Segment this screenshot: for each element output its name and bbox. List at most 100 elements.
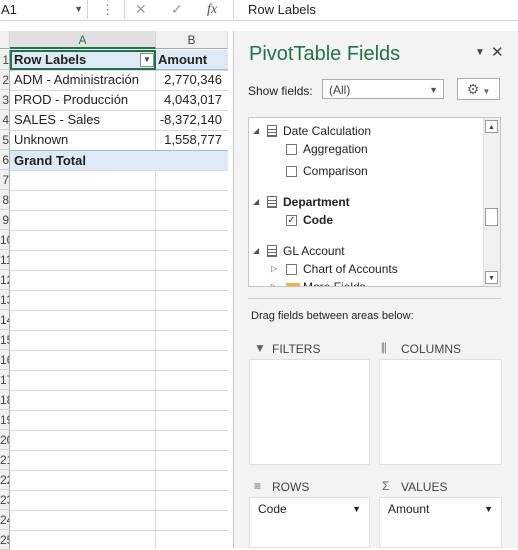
field-list[interactable]: ◢ Date Calculation Aggregation Compariso…	[248, 117, 501, 287]
field-more-fields[interactable]: More Fields	[303, 278, 366, 286]
rows-field-pill[interactable]: Code ▼	[252, 500, 367, 518]
checkbox-aggregation[interactable]	[286, 144, 297, 155]
rows-field-label: Code	[258, 502, 287, 516]
show-fields-select[interactable]: (All) ▼	[322, 79, 444, 99]
insert-function-icon[interactable]: fx	[207, 0, 217, 19]
row-header[interactable]: 7	[0, 170, 10, 190]
scroll-thumb[interactable]	[485, 208, 498, 226]
row-header[interactable]: 13	[0, 290, 10, 310]
expand-icon[interactable]: ▷	[271, 282, 277, 286]
field-list-scrollbar[interactable]: ▲ ▼	[483, 118, 500, 286]
formula-actions: ✕ ✓ fx	[124, 0, 234, 19]
tools-button[interactable]: ⚙ ▼	[457, 78, 500, 100]
pivot-row-amount[interactable]: -8,372,140	[156, 110, 228, 130]
row-header[interactable]: 3	[0, 90, 10, 110]
columns-label: COLUMNS	[401, 342, 462, 356]
field-chart-of-accounts[interactable]: Chart of Accounts	[303, 260, 398, 278]
collapse-icon[interactable]: ◢	[253, 197, 259, 206]
field-code[interactable]: Code	[303, 211, 333, 229]
row-header[interactable]: 5	[0, 130, 10, 150]
collapse-icon[interactable]: ◢	[253, 246, 259, 255]
row-header[interactable]: 9	[0, 210, 10, 230]
columns-area[interactable]	[379, 359, 502, 465]
filter-dropdown-icon[interactable]: ▼	[140, 53, 154, 67]
values-area[interactable]: Amount ▼	[379, 497, 502, 548]
row-labels-text: Row Labels	[14, 52, 87, 67]
row-header[interactable]: 20	[0, 430, 10, 450]
row-header[interactable]: 25	[0, 530, 10, 550]
row-header[interactable]: 21	[0, 450, 10, 470]
column-header-a[interactable]: A	[10, 31, 156, 49]
show-fields-value: (All)	[329, 83, 351, 97]
checkbox-chart-of-accounts[interactable]	[286, 264, 297, 275]
row-header[interactable]: 18	[0, 390, 10, 410]
row-header[interactable]: 24	[0, 510, 10, 530]
show-fields-label: Show fields:	[248, 84, 313, 98]
row-header[interactable]: 10	[0, 230, 10, 250]
pivot-row-label[interactable]: PROD - Producción	[10, 90, 156, 110]
select-all-corner[interactable]	[0, 31, 10, 49]
pivot-row-amount[interactable]: 4,043,017	[156, 90, 228, 110]
scroll-down-icon[interactable]: ▼	[485, 271, 498, 284]
row-header[interactable]: 22	[0, 470, 10, 490]
row-header[interactable]: 23	[0, 490, 10, 510]
pivot-amount-header[interactable]: Amount	[156, 50, 228, 70]
field-group-gl-account[interactable]: GL Account	[283, 242, 345, 260]
checkbox-code[interactable]: ✓	[286, 215, 297, 226]
scroll-up-icon[interactable]: ▲	[485, 120, 498, 133]
field-aggregation[interactable]: Aggregation	[303, 140, 368, 158]
chevron-down-icon[interactable]: ▼	[74, 0, 83, 19]
row-header[interactable]: 1	[0, 50, 10, 70]
field-group-date-calculation[interactable]: Date Calculation	[283, 122, 371, 140]
pivot-grand-total-label[interactable]: Grand Total	[10, 150, 156, 170]
name-box-value: A1	[1, 2, 17, 17]
row-header[interactable]: 8	[0, 190, 10, 210]
pane-title: PivotTable Fields	[249, 43, 401, 65]
close-icon[interactable]: ✕	[491, 43, 504, 61]
pivot-row-amount[interactable]: 1,558,777	[156, 130, 228, 150]
pivot-row-label[interactable]: ADM - Administración	[10, 70, 156, 90]
pane-divider[interactable]	[248, 298, 501, 299]
gear-icon: ⚙	[466, 81, 480, 97]
pivot-row-labels-header[interactable]: Row Labels ▼	[10, 50, 156, 70]
row-header[interactable]: 6	[0, 150, 10, 170]
formula-input[interactable]: Row Labels	[248, 0, 316, 19]
chevron-down-icon[interactable]: ▼	[484, 500, 493, 518]
row-header[interactable]: 19	[0, 410, 10, 430]
column-header-b[interactable]: B	[156, 31, 228, 49]
filter-icon: ▼	[254, 341, 266, 355]
filters-area[interactable]	[249, 359, 370, 465]
field-group-department[interactable]: Department	[283, 193, 350, 211]
cancel-icon[interactable]: ✕	[135, 0, 147, 19]
expand-icon[interactable]: ▷	[271, 264, 277, 273]
drag-instructions: Drag fields between areas below:	[251, 310, 414, 322]
row-header[interactable]: 16	[0, 350, 10, 370]
folder-icon	[286, 283, 300, 286]
values-field-pill[interactable]: Amount ▼	[382, 500, 499, 518]
row-header[interactable]: 4	[0, 110, 10, 130]
table-icon	[267, 245, 277, 257]
name-box[interactable]: A1 ▼	[0, 0, 88, 19]
pivot-row-label[interactable]: SALES - Sales	[10, 110, 156, 130]
row-header[interactable]: 11	[0, 250, 10, 270]
chevron-down-icon[interactable]: ▼	[352, 500, 361, 518]
row-header[interactable]: 15	[0, 330, 10, 350]
more-options-icon[interactable]: ⋮	[101, 2, 114, 17]
row-header[interactable]: 17	[0, 370, 10, 390]
pivot-row-amount[interactable]: 2,770,346	[156, 70, 228, 90]
collapse-icon[interactable]: ◢	[253, 126, 259, 135]
rows-icon: ≡	[254, 479, 262, 493]
row-header[interactable]: 2	[0, 70, 10, 90]
enter-icon[interactable]: ✓	[171, 0, 183, 19]
chevron-down-icon: ▼	[482, 87, 491, 96]
table-icon	[267, 196, 277, 208]
row-header[interactable]: 12	[0, 270, 10, 290]
pivot-grand-total-amount[interactable]	[156, 150, 228, 170]
pane-options-icon[interactable]: ▼	[475, 47, 485, 58]
checkbox-comparison[interactable]	[286, 166, 297, 177]
row-header[interactable]: 14	[0, 310, 10, 330]
pivot-row-label[interactable]: Unknown	[10, 130, 156, 150]
table-icon	[267, 125, 277, 137]
rows-area[interactable]: Code ▼	[249, 497, 370, 548]
field-comparison[interactable]: Comparison	[303, 162, 368, 180]
